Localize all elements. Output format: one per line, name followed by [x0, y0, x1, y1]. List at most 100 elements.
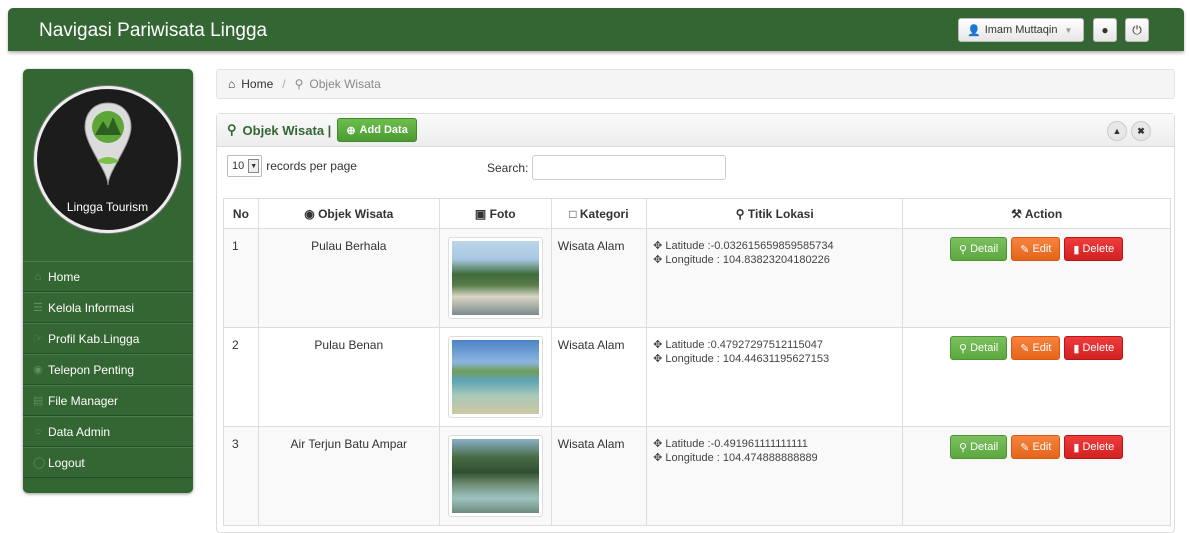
- table-row: 3 Air Terjun Batu Ampar Wisata Alam ✥ La…: [223, 426, 1171, 526]
- cell-foto: [438, 228, 552, 328]
- cell-no: 1: [223, 228, 259, 328]
- add-data-button[interactable]: ⊕ Add Data: [337, 118, 417, 142]
- per-page-control: 10 ▼ records per page: [227, 155, 357, 177]
- photo-thumbnail[interactable]: [447, 237, 543, 319]
- logo-text: Lingga Tourism: [66, 200, 149, 214]
- detail-button[interactable]: ⚲ Detail: [950, 435, 1008, 459]
- col-objek-wisata[interactable]: ◉ Objek Wisata: [257, 198, 440, 229]
- user-name: Imam Muttaqin: [984, 24, 1058, 36]
- per-page-label: records per page: [266, 159, 357, 173]
- detail-button[interactable]: ⚲ Detail: [950, 237, 1008, 261]
- cell-name: Pulau Berhala: [257, 228, 440, 328]
- folder-icon: ▤: [33, 395, 44, 407]
- sidebar-item-label: Data Admin: [48, 424, 111, 439]
- cell-lokasi: ✥ Latitude :-0.491961111111111 ✥ Longitu…: [646, 426, 904, 526]
- caret-down-icon: ▼: [1064, 25, 1073, 35]
- table-row: 1 Pulau Berhala Wisata Alam ✥ Latitude :…: [223, 228, 1171, 328]
- sidebar-item-profil[interactable]: ☞ Profil Kab.Lingga: [23, 323, 193, 354]
- move-icon: ✥: [653, 353, 663, 365]
- sidebar-item-telepon[interactable]: ◉ Telepon Penting: [23, 354, 193, 385]
- sidebar-item-label: Logout: [48, 455, 85, 470]
- sidebar-item-label: Kelola Informasi: [48, 300, 135, 315]
- search-input[interactable]: [532, 155, 727, 180]
- delete-label: Delete: [1082, 441, 1115, 453]
- longitude: Longitude : 104.83823204180226: [665, 254, 830, 266]
- edit-button[interactable]: ✎ Edit: [1011, 237, 1061, 261]
- panel-title: Objek Wisata |: [242, 122, 332, 138]
- cell-kategori: Wisata Alam: [550, 228, 648, 328]
- close-button[interactable]: ✖: [1131, 121, 1151, 141]
- sidebar-item-label: Home: [48, 269, 81, 284]
- sidebar-item-label: Telepon Penting: [48, 362, 135, 377]
- app-title[interactable]: Navigasi Pariwisata Lingga: [39, 20, 267, 42]
- per-page-select[interactable]: 10 ▼: [227, 155, 263, 177]
- latitude: Latitude :0.47927297512115047: [665, 339, 823, 351]
- move-icon: ✥: [653, 254, 663, 266]
- delete-label: Delete: [1082, 342, 1115, 354]
- map-marker-icon: ⚲: [735, 206, 745, 221]
- close-icon: ✖: [1137, 125, 1145, 136]
- longitude: Longitude : 104.44631195627153: [665, 353, 830, 365]
- plus-circle-icon: ⊕: [346, 124, 356, 137]
- col-foto[interactable]: ▣ Foto: [438, 198, 552, 229]
- edit-label: Edit: [1032, 441, 1052, 453]
- breadcrumb-home[interactable]: Home: [241, 77, 273, 91]
- col-label: Titik Lokasi: [747, 206, 814, 221]
- hand-icon: ☞: [33, 333, 43, 345]
- power-icon: ⏻: [1132, 22, 1142, 37]
- edit-button[interactable]: ✎ Edit: [1011, 336, 1061, 360]
- sidebar-item-kelola-informasi[interactable]: ☰ Kelola Informasi: [23, 292, 193, 323]
- sidebar-item-data-admin[interactable]: ○ Data Admin: [23, 416, 193, 447]
- edit-button[interactable]: ✎ Edit: [1011, 435, 1061, 459]
- theme-button[interactable]: ●: [1093, 18, 1117, 42]
- map-marker-icon: ⚲: [294, 77, 304, 91]
- objek-wisata-panel: ⚲ Objek Wisata | ⊕ Add Data ▲ ✖ 10 ▼ rec…: [216, 113, 1175, 533]
- move-icon: ✥: [653, 452, 663, 464]
- sidebar: Lingga Tourism ⌂ Home ☰ Kelola Informasi ☞…: [23, 69, 193, 493]
- collapse-button[interactable]: ▲: [1107, 121, 1127, 141]
- photo-thumbnail[interactable]: [447, 435, 543, 517]
- map-marker-icon: ⚲: [227, 122, 237, 137]
- sidebar-item-file-manager[interactable]: ▤ File Manager: [23, 385, 193, 416]
- cell-action: ⚲ Detail ✎ Edit ▮ Delete: [902, 426, 1171, 526]
- photo-thumbnail[interactable]: [447, 336, 543, 418]
- user-menu-button[interactable]: 👤 Imam Muttaqin ▼: [958, 18, 1084, 42]
- cell-kategori: Wisata Alam: [550, 327, 648, 427]
- longitude: Longitude : 104.474888888889: [665, 452, 818, 464]
- zoom-in-icon: ⚲: [959, 342, 968, 355]
- col-titik-lokasi[interactable]: ⚲ Titik Lokasi: [646, 198, 904, 229]
- table-header-row: No ◉ Objek Wisata ▣ Foto □ Kategori ⚲ Ti…: [223, 198, 1171, 229]
- logo[interactable]: Lingga Tourism: [34, 86, 181, 233]
- col-no[interactable]: No: [223, 198, 259, 229]
- power-button[interactable]: ⏻: [1125, 18, 1149, 42]
- sidebar-item-home[interactable]: ⌂ Home: [23, 261, 193, 292]
- col-action: ⚒ Action: [902, 198, 1171, 229]
- edit-icon: ✎: [1020, 342, 1030, 355]
- objek-wisata-table: No ◉ Objek Wisata ▣ Foto □ Kategori ⚲ Ti…: [223, 198, 1171, 526]
- trash-icon: ▮: [1073, 342, 1080, 355]
- sidebar-item-logout[interactable]: ◯ Logout: [23, 447, 193, 478]
- delete-button[interactable]: ▮ Delete: [1064, 336, 1124, 360]
- detail-label: Detail: [970, 243, 999, 255]
- cell-name: Pulau Benan: [257, 327, 440, 427]
- sidebar-menu: ⌂ Home ☰ Kelola Informasi ☞ Profil Kab.Ling…: [23, 261, 193, 478]
- detail-button[interactable]: ⚲ Detail: [950, 336, 1008, 360]
- move-icon: ✥: [653, 240, 663, 252]
- cell-name: Air Terjun Batu Ampar: [257, 426, 440, 526]
- search-label: Search:: [487, 160, 529, 175]
- move-icon: ✥: [653, 339, 663, 351]
- detail-label: Detail: [970, 342, 999, 354]
- col-kategori[interactable]: □ Kategori: [550, 198, 648, 229]
- trash-icon: ▮: [1073, 441, 1080, 454]
- cell-lokasi: ✥ Latitude :0.47927297512115047 ✥ Longit…: [646, 327, 904, 427]
- edit-label: Edit: [1032, 243, 1052, 255]
- zoom-in-icon: ⚲: [959, 243, 968, 256]
- col-label: Kategori: [579, 206, 629, 221]
- info-icon: ◉: [33, 364, 43, 376]
- cell-action: ⚲ Detail ✎ Edit ▮ Delete: [902, 327, 1171, 427]
- table-row: 2 Pulau Benan Wisata Alam ✥ Latitude :0.…: [223, 327, 1171, 427]
- delete-button[interactable]: ▮ Delete: [1064, 237, 1124, 261]
- latitude: Latitude :-0.032615659859585734: [665, 240, 834, 252]
- delete-button[interactable]: ▮ Delete: [1064, 435, 1124, 459]
- cell-action: ⚲ Detail ✎ Edit ▮ Delete: [902, 228, 1171, 328]
